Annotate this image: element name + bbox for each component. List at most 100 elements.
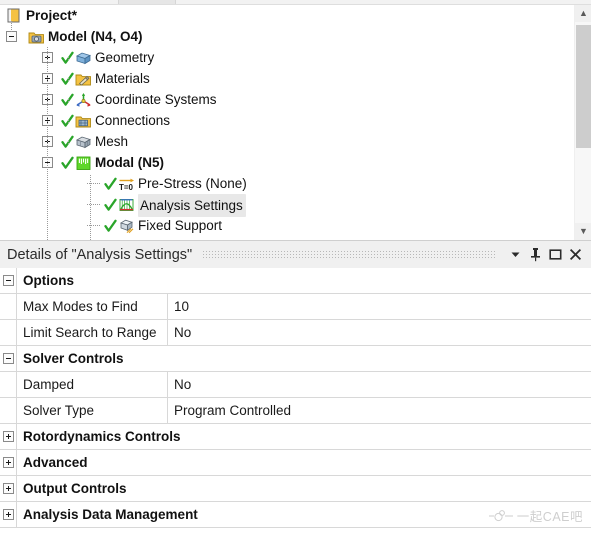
details-row-solver-type[interactable]: Solver Type Program Controlled <box>0 398 591 424</box>
tree-guide-line <box>68 120 69 124</box>
tree-connector <box>87 225 100 226</box>
group-expander-plus[interactable] <box>0 424 17 449</box>
property-value[interactable]: No <box>168 372 591 397</box>
details-row-max-modes-to-find[interactable]: Max Modes to Find 10 <box>0 294 591 320</box>
tree-guide-line <box>68 99 69 103</box>
connections-folder-icon <box>75 113 92 129</box>
tree-item-label: Connections <box>95 113 171 128</box>
details-group-header-solver-controls[interactable]: Solver Controls <box>0 346 591 372</box>
tree-guide-line <box>68 57 69 61</box>
project-book-icon <box>6 8 23 24</box>
details-row-limit-search-to-range[interactable]: Limit Search to Range No <box>0 320 591 346</box>
fixed-support-icon <box>118 218 135 234</box>
details-group-header-rotordynamics-controls[interactable]: Rotordynamics Controls <box>0 424 591 450</box>
close-icon <box>569 248 581 261</box>
tree-item-label: Analysis Settings <box>138 194 246 217</box>
details-panel-title: Details of "Analysis Settings" <box>7 246 193 263</box>
details-group-header-options[interactable]: Options <box>0 268 591 294</box>
tree-item-pre-stress-none[interactable]: T=0 Pre-Stress (None) <box>0 173 565 194</box>
coordinate-systems-axis-icon <box>75 92 92 108</box>
status-check-icon <box>104 198 117 212</box>
pre-stress-t0-icon: T=0 <box>118 176 135 192</box>
expander-box <box>2 275 14 286</box>
tree-item-coordinate-systems[interactable]: Coordinate Systems <box>0 89 565 110</box>
property-name: Max Modes to Find <box>17 294 168 319</box>
scroll-down-arrow-icon[interactable]: ▼ <box>575 223 591 240</box>
outline-tree-content: Project* Model (N4, O4) Geometry Materia… <box>0 5 565 240</box>
property-name: Limit Search to Range <box>17 320 168 345</box>
group-expander-minus[interactable] <box>0 268 17 293</box>
details-property-grid[interactable]: Options Max Modes to Find 10 Limit Searc… <box>0 268 591 537</box>
tree-item-materials[interactable]: Materials <box>0 68 565 89</box>
status-check-icon <box>104 177 117 191</box>
group-expander-plus[interactable] <box>0 476 17 501</box>
tree-item-model-n4-o4[interactable]: Model (N4, O4) <box>0 26 565 47</box>
scrollbar-thumb[interactable] <box>576 25 591 148</box>
tree-item-label: Mesh <box>95 134 129 149</box>
tree-item-label: Project* <box>26 8 78 23</box>
tree-item-label: Coordinate Systems <box>95 92 217 107</box>
tree-item-analysis-settings[interactable]: Analysis Settings <box>0 194 565 217</box>
group-header-label: Solver Controls <box>23 351 124 366</box>
expander-box <box>2 509 14 520</box>
svg-text:T=0: T=0 <box>119 183 134 192</box>
mesh-box-icon <box>75 134 92 150</box>
tree-connector <box>87 183 100 184</box>
group-header-label: Options <box>23 273 74 288</box>
group-header-label: Output Controls <box>23 481 127 496</box>
row-gutter <box>0 372 17 397</box>
chevron-up-glyph: ▲ <box>579 8 588 18</box>
row-gutter <box>0 320 17 345</box>
property-value[interactable]: No <box>168 320 591 345</box>
tree-guide-line <box>68 78 69 82</box>
tree-guide-line <box>11 21 12 32</box>
group-header-label: Rotordynamics Controls <box>23 429 181 444</box>
group-expander-plus[interactable] <box>0 502 17 527</box>
tree-vertical-scrollbar[interactable]: ▲ ▼ <box>574 5 591 240</box>
property-value[interactable]: 10 <box>168 294 591 319</box>
details-close-button[interactable] <box>565 244 585 266</box>
toolbar-nub <box>118 0 176 4</box>
group-header-label: Analysis Data Management <box>23 507 198 522</box>
tree-item-label: Materials <box>95 71 150 86</box>
model-camera-folder-icon <box>28 29 45 45</box>
scroll-up-arrow-icon[interactable]: ▲ <box>575 5 591 22</box>
details-group-header-analysis-data-management[interactable]: Analysis Data Management <box>0 502 591 528</box>
tree-item-geometry[interactable]: Geometry <box>0 47 565 68</box>
property-name: Damped <box>17 372 168 397</box>
tree-guide-line <box>90 175 91 240</box>
tree-item-project[interactable]: Project* <box>0 5 565 26</box>
tree-item-modal-n5[interactable]: Modal (N5) <box>0 152 565 173</box>
details-maximize-button[interactable] <box>545 244 565 266</box>
tree-item-label: Geometry <box>95 50 155 65</box>
titlebar-drag-grip[interactable] <box>202 250 497 259</box>
status-check-icon <box>104 219 117 233</box>
analysis-settings-icon <box>118 197 135 213</box>
tree-guide-line <box>68 141 69 145</box>
details-pin-button[interactable] <box>525 244 545 266</box>
tree-guide-line <box>47 47 48 240</box>
modal-analysis-icon <box>75 155 92 171</box>
tree-connector <box>87 204 100 205</box>
details-row-damped[interactable]: Damped No <box>0 372 591 398</box>
outline-tree-panel: Project* Model (N4, O4) Geometry Materia… <box>0 5 591 240</box>
status-check-icon <box>61 156 74 170</box>
tree-item-connections[interactable]: Connections <box>0 110 565 131</box>
details-dropdown-button[interactable] <box>505 244 525 266</box>
row-gutter <box>0 294 17 319</box>
tree-item-label: Fixed Support <box>138 218 223 233</box>
property-value[interactable]: Program Controlled <box>168 398 591 423</box>
details-group-header-advanced[interactable]: Advanced <box>0 450 591 476</box>
group-expander-plus[interactable] <box>0 450 17 475</box>
materials-folder-icon <box>75 71 92 87</box>
pin-icon <box>530 248 540 262</box>
tree-item-label: Pre-Stress (None) <box>138 176 247 191</box>
expander-box <box>2 483 14 494</box>
tree-item-label: Modal (N5) <box>95 155 164 170</box>
tree-item-mesh[interactable]: Mesh <box>0 131 565 152</box>
tree-expander-minus[interactable] <box>6 31 17 42</box>
group-expander-minus[interactable] <box>0 346 17 371</box>
details-group-header-output-controls[interactable]: Output Controls <box>0 476 591 502</box>
tree-item-label: Model (N4, O4) <box>48 29 143 44</box>
tree-item-fixed-support[interactable]: Fixed Support <box>0 215 565 236</box>
